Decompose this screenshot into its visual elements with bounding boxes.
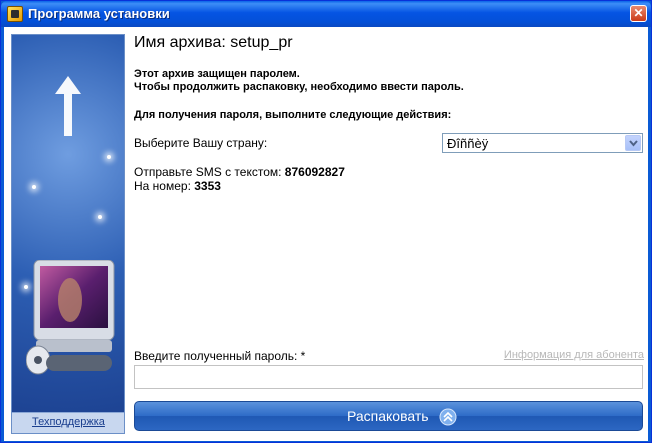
title-bar[interactable]: Программа установки ✕ [1, 1, 651, 27]
close-button[interactable]: ✕ [630, 5, 647, 22]
app-icon [7, 6, 23, 22]
installer-window: Программа установки ✕ Техподдержка Имя а… [0, 0, 652, 443]
support-bar: Техподдержка [12, 412, 124, 433]
protected-notice-line2: Чтобы продолжить распаковку, необходимо … [134, 81, 464, 93]
protected-notice-line1: Этот архив защищен паролем. [134, 68, 300, 80]
sms-number-label: На номер: [134, 179, 191, 193]
media-player-device-graphic [26, 260, 115, 375]
unpack-button[interactable]: Распаковать [134, 401, 643, 431]
country-select[interactable]: Ðîññèÿ [442, 133, 643, 153]
sidebar-panel: Техподдержка [11, 34, 125, 434]
window-title: Программа установки [28, 6, 170, 21]
client-area: Техподдержка Имя архива: setup_pr Этот а… [4, 27, 648, 441]
sms-text-label: Отправьте SMS с текстом: [134, 165, 282, 179]
sms-text-line: Отправьте SMS с текстом: 876092827 [134, 165, 345, 179]
sparkle-icon [32, 185, 36, 189]
archive-title: Имя архива: setup_pr [134, 34, 293, 51]
chevron-down-icon[interactable] [625, 135, 641, 151]
sms-number-value: 3353 [194, 179, 221, 193]
country-select-value: Ðîññèÿ [447, 136, 489, 151]
instructions-heading: Для получения пароля, выполните следующи… [134, 109, 452, 121]
password-input[interactable] [134, 365, 643, 389]
support-link[interactable]: Техподдержка [32, 416, 105, 428]
sms-text-value: 876092827 [284, 165, 345, 179]
sparkle-icon [98, 215, 102, 219]
country-label: Выберите Вашу страну: [134, 136, 268, 150]
up-arrow-icon [55, 76, 81, 136]
sparkle-icon [107, 155, 111, 159]
sms-number-line: На номер: 3353 [134, 179, 221, 193]
subscriber-info-link[interactable]: Информация для абонента [504, 349, 644, 361]
unpack-button-label: Распаковать [347, 408, 429, 424]
chevron-up-circle-icon [439, 408, 457, 426]
password-label: Введите полученный пароль: * [134, 349, 306, 363]
